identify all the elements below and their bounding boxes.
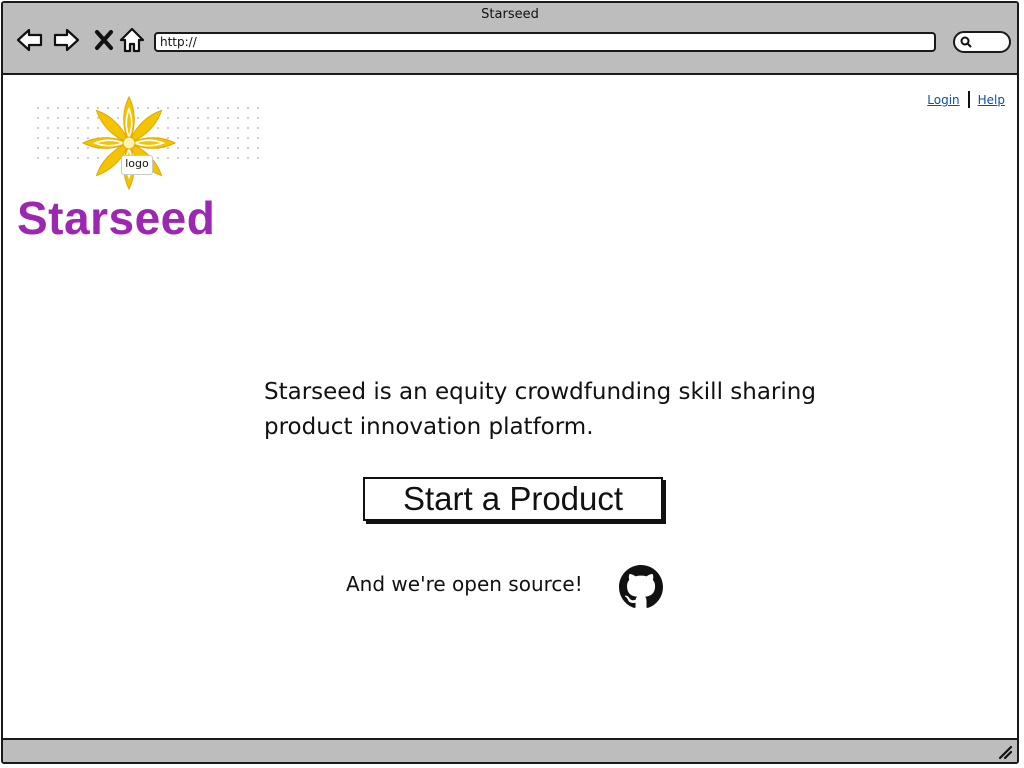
top-links: Login Help [927,91,1005,108]
browser-toolbar: Starseed http:// [3,3,1017,75]
help-link[interactable]: Help [978,93,1005,107]
brand-name: Starseed [17,192,216,244]
open-source-text: And we're open source! [346,572,583,596]
start-product-button[interactable]: Start a Product [363,477,663,521]
home-icon[interactable] [117,25,147,55]
browser-window: Starseed http:// logo Starseed Login Hel… [1,1,1019,764]
close-icon[interactable] [89,25,119,55]
address-bar[interactable]: http:// [154,32,936,52]
resize-grip-icon[interactable] [997,744,1013,760]
logo-placeholder-label: logo [121,155,153,175]
status-bar [3,738,1017,762]
back-arrow-icon[interactable] [15,25,45,55]
logo-area: logo Starseed [13,75,265,244]
forward-arrow-icon[interactable] [51,25,81,55]
tagline: Starseed is an equity crowdfunding skill… [264,379,816,440]
link-separator [967,91,970,108]
search-icon [960,36,972,48]
login-link[interactable]: Login [927,93,959,107]
search-input[interactable] [953,31,1011,53]
window-title: Starseed [481,7,539,22]
page-content: logo Starseed Login Help Starseed is an e… [3,75,1017,741]
github-icon[interactable] [619,565,663,609]
flower-logo-icon [81,95,177,191]
